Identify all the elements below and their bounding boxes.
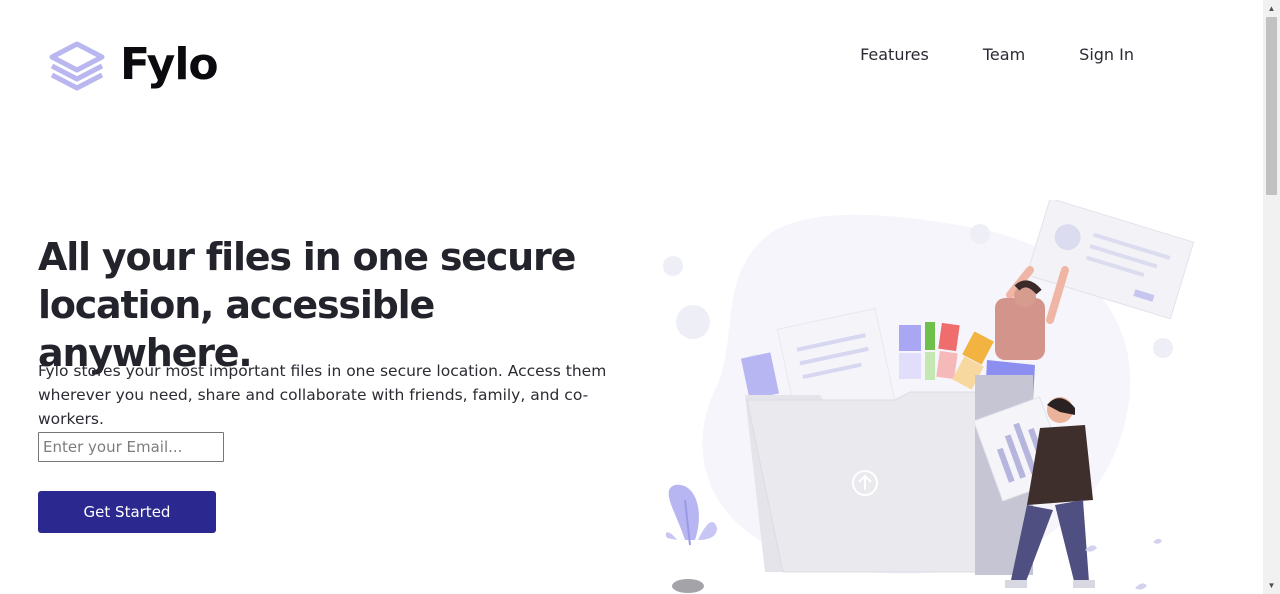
leaf-icon <box>1085 545 1097 552</box>
get-started-button[interactable]: Get Started <box>38 491 216 533</box>
leaf-icon <box>1153 538 1162 544</box>
layered-stack-icon <box>49 41 105 91</box>
scroll-up-arrow-icon[interactable]: ▲ <box>1263 0 1280 17</box>
hero-description-line-1: Fylo stores your most important files in… <box>38 362 607 380</box>
email-input[interactable] <box>38 432 224 462</box>
decor-circle <box>663 256 683 276</box>
hero-description-line-2: wherever you need, share and collaborate… <box>38 386 589 428</box>
decor-circle <box>970 224 990 244</box>
brand-name: Fylo <box>120 39 219 90</box>
main-nav: Features Team Sign In <box>860 45 1134 65</box>
folder-icon <box>746 391 1001 573</box>
brand-logo[interactable]: Fylo <box>48 38 219 92</box>
nav-link-sign-in[interactable]: Sign In <box>1079 45 1134 65</box>
scrollbar-thumb[interactable] <box>1266 17 1277 195</box>
decor-circle <box>1153 338 1173 358</box>
scroll-down-arrow-icon[interactable]: ▼ <box>1263 577 1280 594</box>
leaf-icon <box>1135 583 1147 590</box>
hero-title: All your files in one secure location, a… <box>38 233 638 377</box>
nav-link-team[interactable]: Team <box>983 45 1025 65</box>
vertical-scrollbar[interactable]: ▲ ▼ <box>1263 0 1280 594</box>
file-sharing-illustration <box>663 200 1195 593</box>
hero-description: Fylo stores your most important files in… <box>38 359 648 431</box>
decor-circle <box>676 305 710 339</box>
nav-link-features[interactable]: Features <box>860 45 929 65</box>
hero-title-line-1: All your files in one secure <box>38 235 576 279</box>
rock-icon <box>672 579 704 593</box>
plant-icon <box>665 484 717 546</box>
